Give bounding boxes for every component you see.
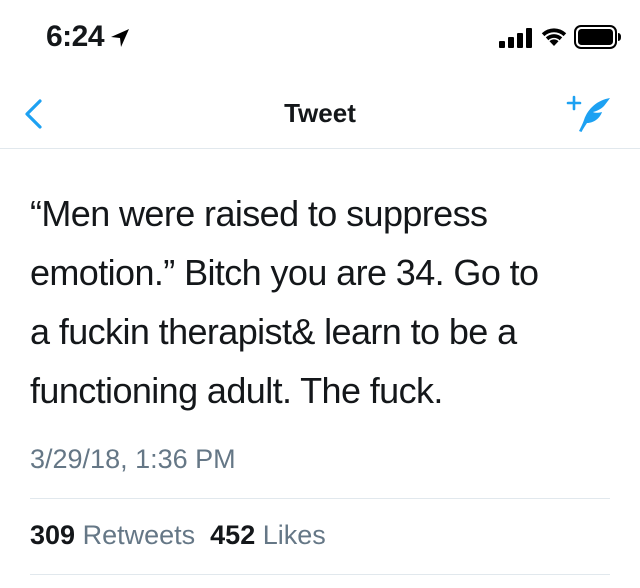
likes-count: 452 (210, 520, 256, 550)
tweet-text: “Men were raised to suppress emotion.” B… (30, 193, 539, 411)
retweets-count: 309 (30, 520, 76, 550)
tweet-timestamp: 3/29/18, 1:36 PM (30, 444, 236, 474)
wifi-icon (541, 28, 567, 46)
compose-tweet-icon[interactable] (564, 92, 616, 136)
navigation-bar: Tweet (0, 80, 640, 149)
battery-icon (574, 25, 621, 49)
retweets-stat[interactable]: 309 Retweets (30, 520, 195, 550)
tweet-stats: 309 Retweets 452 Likes (30, 520, 326, 551)
location-arrow-icon (111, 29, 129, 47)
cellular-signal-icon (499, 28, 532, 48)
likes-stat[interactable]: 452 Likes (210, 520, 326, 550)
page-title: Tweet (284, 98, 356, 128)
retweets-label: Retweets (82, 520, 196, 550)
tweet-detail-screen: 6:24 Tweet “Men were raised to suppress … (0, 0, 640, 588)
status-time: 6:24 (46, 20, 105, 53)
status-bar: 6:24 (0, 0, 640, 80)
divider (30, 498, 610, 499)
divider (30, 574, 610, 575)
likes-label: Likes (262, 520, 326, 550)
